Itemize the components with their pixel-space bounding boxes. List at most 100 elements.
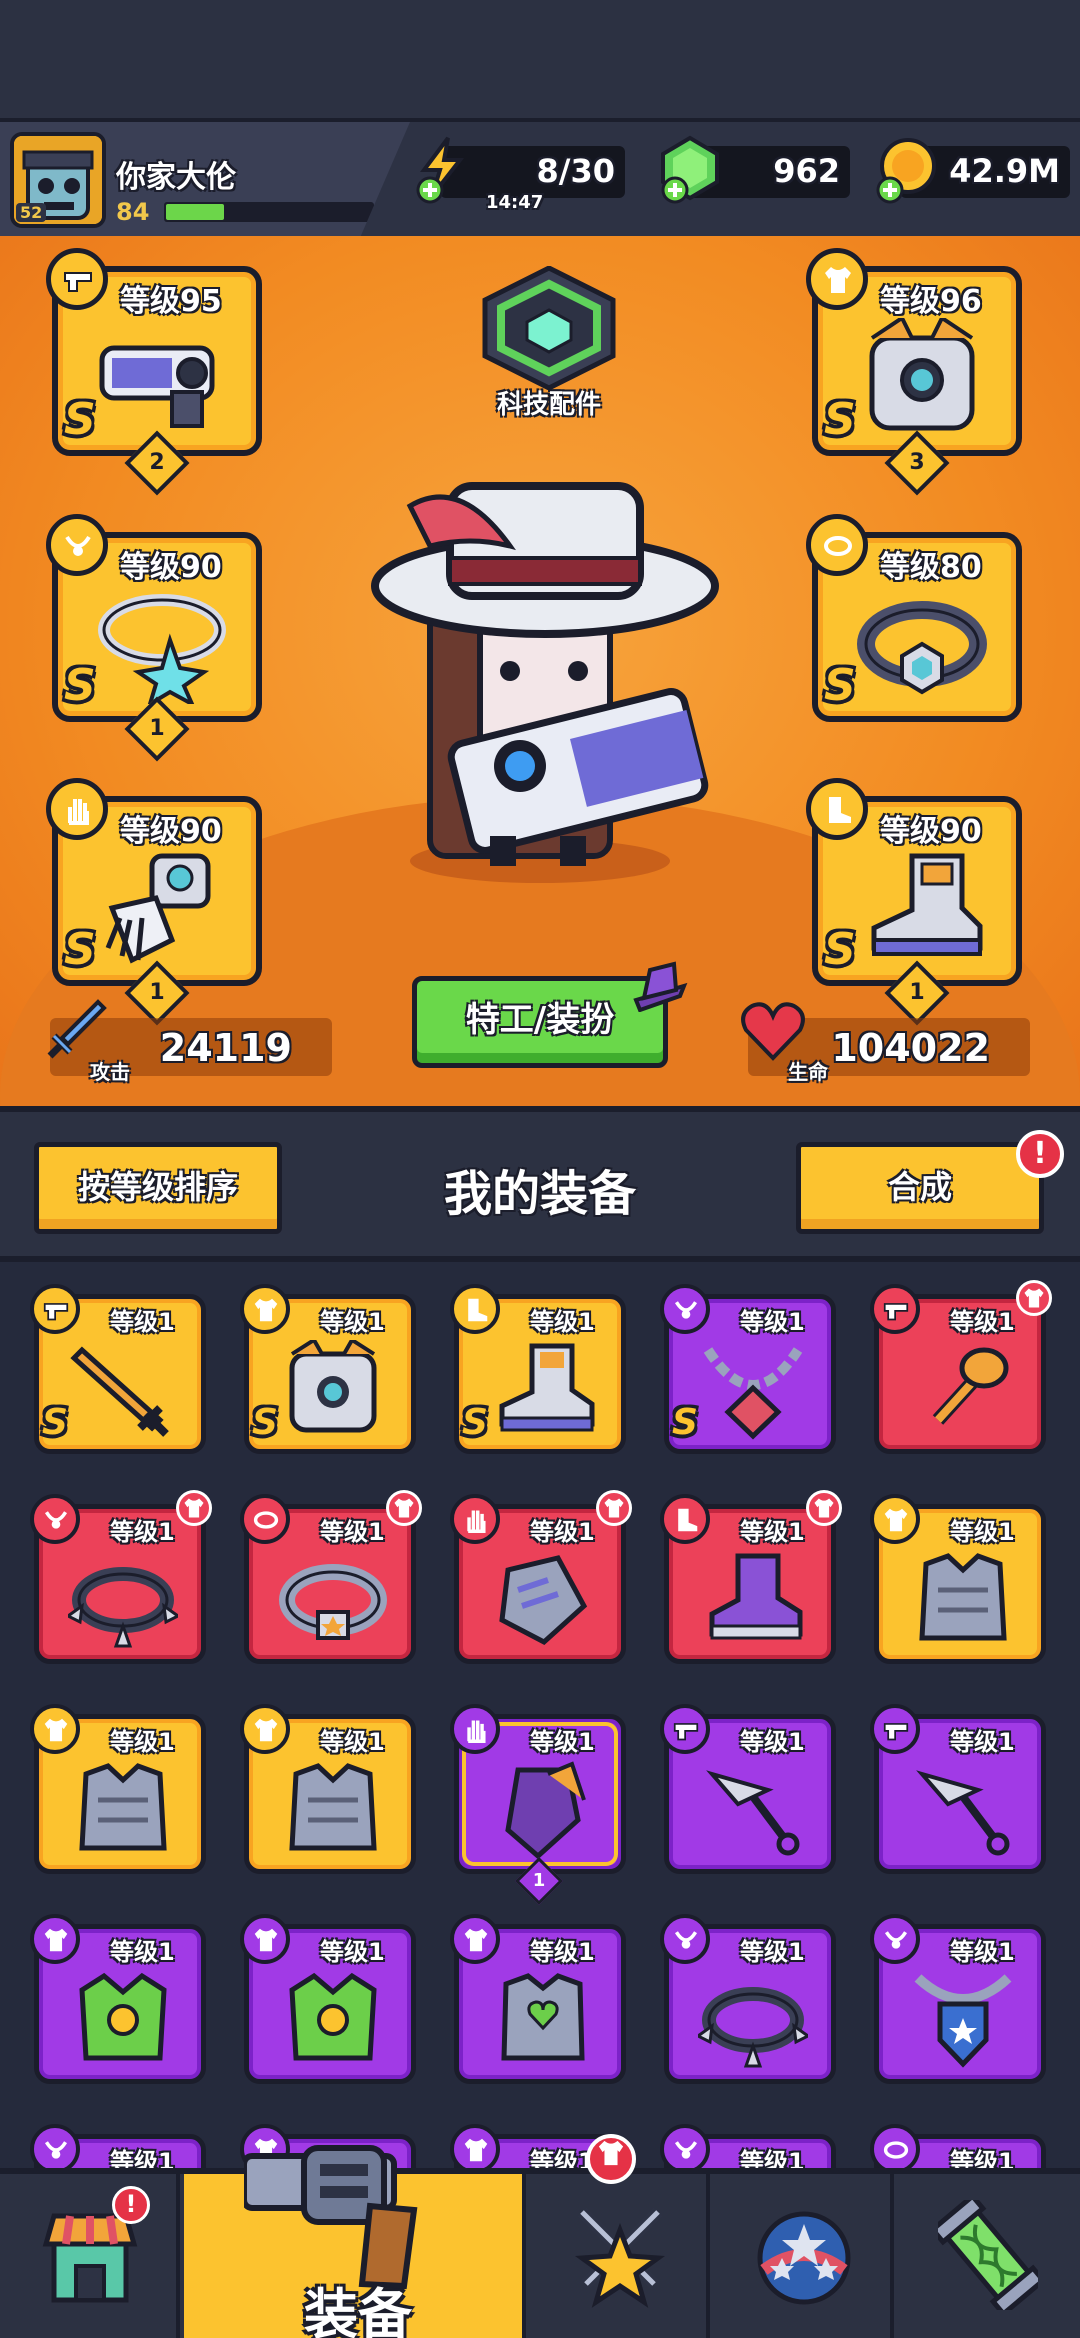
system-status-bar bbox=[0, 0, 1080, 118]
star-necklace-icon bbox=[98, 594, 226, 704]
equipped-weapon-slot[interactable]: 等级95 S 2 bbox=[46, 248, 262, 496]
gloves-type-badge bbox=[46, 778, 108, 840]
inventory-item[interactable]: 等级1 bbox=[30, 1490, 212, 1664]
tech-parts-button[interactable]: 科技配件 bbox=[474, 266, 624, 436]
inventory-item[interactable]: 等级1 S bbox=[30, 1284, 206, 1454]
bottom-navigation: ! 装备 bbox=[0, 2134, 1080, 2338]
necklace-type-icon bbox=[674, 1931, 698, 1949]
inventory-item[interactable]: 等级1 bbox=[870, 1914, 1046, 2084]
item-type-badge bbox=[450, 1284, 500, 1334]
inventory-item[interactable]: 等级1 S bbox=[240, 1284, 416, 1454]
inventory-item[interactable]: 等级1 bbox=[240, 1704, 416, 1874]
sort-by-level-label: 按等级排序 bbox=[77, 1168, 238, 1206]
inventory-item[interactable]: 等级1 bbox=[30, 1704, 206, 1874]
inventory-item[interactable]: 等级1 bbox=[870, 1280, 1052, 1454]
inventory-item[interactable]: 等级1 bbox=[870, 2124, 1046, 2170]
nav-lab-tab[interactable] bbox=[898, 2174, 1078, 2338]
armor-rank: S bbox=[824, 394, 856, 445]
agent-character bbox=[371, 482, 719, 883]
crossed-swords-star-icon bbox=[574, 2207, 666, 2308]
inventory-item[interactable]: 等级1 bbox=[660, 1490, 842, 1664]
item-type-badge bbox=[240, 1494, 290, 1544]
inventory-item[interactable]: 等级1 bbox=[660, 2124, 836, 2170]
kunai-icon bbox=[706, 1770, 800, 1856]
inventory-item[interactable]: 等级1 bbox=[660, 1704, 836, 1874]
nav-equipment-tab[interactable]: 装备 bbox=[184, 2134, 636, 2338]
gold-counter[interactable]: 42.9M bbox=[876, 138, 1070, 204]
inventory-item[interactable]: 等级1 1 bbox=[450, 1704, 626, 1906]
item-level: 等级1 bbox=[950, 1518, 1015, 1546]
armor-level: 等级96 bbox=[880, 284, 982, 319]
hp-stat: 生命 104022 bbox=[741, 1002, 1030, 1084]
equipped-boots-slot[interactable]: 等级90 S 1 bbox=[806, 778, 1022, 1026]
boots-rank: S bbox=[824, 924, 856, 975]
mech-glove-icon bbox=[105, 853, 211, 964]
inventory-item[interactable]: 等级1 bbox=[30, 1914, 206, 2084]
shield-pendant-icon bbox=[914, 1974, 1012, 2068]
inventory-item[interactable]: 等级1 bbox=[450, 1490, 632, 1664]
nav-skills-tab[interactable] bbox=[530, 2174, 710, 2338]
energy-value: 8/30 bbox=[536, 152, 615, 190]
inventory-item[interactable]: 等级1 bbox=[660, 1914, 836, 2084]
item-level: 等级1 bbox=[320, 1938, 385, 1966]
player-panel[interactable]: 52 你家大伦 84 bbox=[0, 122, 410, 236]
hp-value: 104022 bbox=[831, 1026, 990, 1070]
equipped-belt-slot[interactable]: 等级80 S bbox=[806, 514, 1022, 722]
mech-armor-icon bbox=[289, 1340, 377, 1433]
shirt-badge-icon bbox=[604, 1498, 624, 1518]
sort-by-level-button[interactable]: 按等级排序 bbox=[34, 1142, 282, 1234]
energy-counter[interactable]: 8/30 bbox=[416, 136, 625, 204]
xp-bar-fill bbox=[166, 204, 224, 220]
equipped-necklace-slot[interactable]: 等级90 S 1 bbox=[46, 514, 262, 762]
inventory-item[interactable]: 等级1 bbox=[240, 1914, 416, 2084]
item-rank: S bbox=[42, 1402, 68, 1443]
item-type-badge bbox=[30, 1494, 80, 1544]
xp-bar bbox=[164, 202, 374, 222]
item-type-badge bbox=[450, 1494, 500, 1544]
inventory-item[interactable]: 等级1 bbox=[30, 2124, 206, 2170]
item-type-badge bbox=[30, 1284, 80, 1334]
sneaker-icon bbox=[709, 1553, 803, 1640]
heart-armor-icon bbox=[501, 1973, 585, 2061]
boots-level: 等级90 bbox=[880, 814, 982, 849]
equipped-armor-slot[interactable]: 等级96 S 3 bbox=[806, 248, 1022, 496]
armor-type-icon bbox=[44, 1718, 68, 1742]
item-level: 等级1 bbox=[950, 1938, 1015, 1966]
avatar-level-badge: 52 bbox=[16, 203, 47, 222]
item-rank: S bbox=[462, 1402, 488, 1443]
gem-plus-icon bbox=[661, 135, 719, 204]
player-avatar[interactable]: 52 bbox=[10, 132, 106, 228]
inventory-item[interactable]: 等级1 bbox=[870, 1704, 1046, 1874]
gloves-type-icon bbox=[467, 1510, 486, 1533]
boots-type-badge bbox=[806, 778, 868, 840]
inventory-item[interactable]: 等级1 bbox=[870, 1494, 1046, 1664]
item-type-badge bbox=[240, 1914, 290, 1964]
inventory-item[interactable]: 等级1 bbox=[240, 1490, 422, 1664]
armor-type-icon bbox=[884, 1508, 908, 1532]
item-type-badge bbox=[30, 1914, 80, 1964]
gems-value: 962 bbox=[773, 152, 840, 190]
boots-type-icon bbox=[468, 1298, 488, 1322]
necklace-type-badge bbox=[46, 514, 108, 576]
armor-type-icon bbox=[464, 2138, 488, 2162]
hat-icon bbox=[633, 961, 688, 1012]
belt-level: 等级80 bbox=[880, 550, 982, 585]
nav-shop-tab[interactable]: ! bbox=[0, 2174, 180, 2338]
gems-counter[interactable]: 962 bbox=[661, 135, 850, 204]
equipped-gloves-slot[interactable]: 等级90 S 1 bbox=[46, 778, 262, 1026]
star-globe-icon bbox=[757, 2211, 851, 2305]
blaster-weapon-icon bbox=[99, 345, 215, 428]
item-type-badge bbox=[660, 1284, 710, 1334]
coin-plus-icon bbox=[876, 138, 936, 204]
inventory-item[interactable]: 等级1 S bbox=[660, 1284, 836, 1454]
weapon-type-icon bbox=[43, 1303, 69, 1321]
player-level: 84 bbox=[116, 198, 150, 226]
shirt-alert-icon bbox=[598, 2140, 624, 2166]
craft-button[interactable]: 合成 bbox=[796, 1142, 1044, 1234]
boots-type-icon bbox=[678, 1508, 698, 1532]
equipment-inventory-grid[interactable]: 等级1 S 等级1 S 等级1 S 等级1 S 等级1 等级1 等级1 等级1 等级1 等级1 等级1 等级1… bbox=[0, 1262, 1080, 2170]
craft-label: 合成 bbox=[887, 1168, 952, 1206]
inventory-item[interactable]: 等级1 bbox=[450, 1914, 626, 2084]
inventory-item[interactable]: 等级1 S bbox=[450, 1284, 626, 1454]
nav-talent-tab[interactable] bbox=[714, 2174, 894, 2338]
